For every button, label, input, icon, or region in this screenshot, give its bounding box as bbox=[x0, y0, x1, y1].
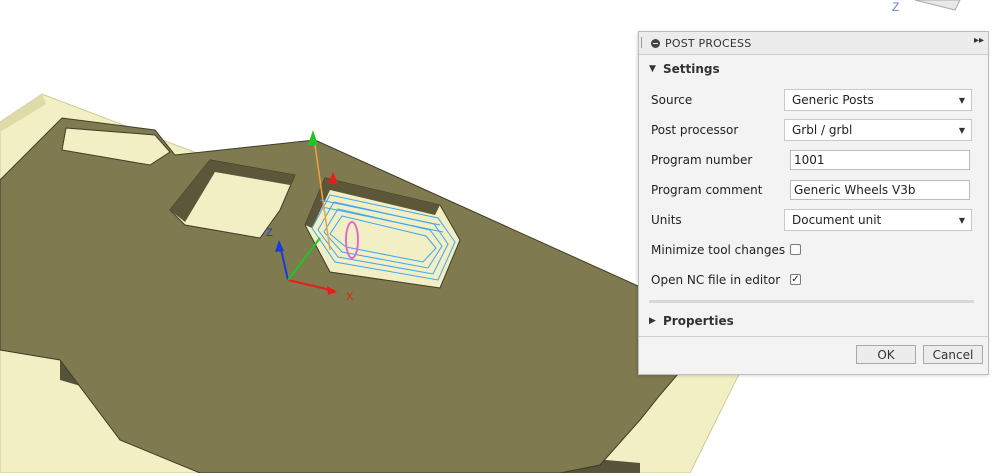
triangle-down-icon: ▼ bbox=[649, 64, 656, 74]
post-processor-label: Post processor bbox=[651, 123, 739, 137]
minimize-tool-changes-checkbox[interactable] bbox=[790, 244, 801, 255]
open-nc-file-row: Open NC file in editor ✓ bbox=[651, 268, 981, 292]
program-comment-row: Program comment Generic Wheels V3b bbox=[651, 178, 981, 202]
drag-grip-icon[interactable] bbox=[641, 37, 644, 48]
post-processor-value: Grbl / grbl bbox=[792, 123, 853, 137]
footer-divider bbox=[639, 336, 988, 337]
properties-section-header[interactable]: ▶ Properties bbox=[639, 308, 734, 334]
z-axis-label: Z bbox=[266, 227, 273, 239]
properties-label: Properties bbox=[663, 314, 734, 328]
x-axis-label: X bbox=[346, 291, 354, 303]
units-select[interactable]: Document unit ▼ bbox=[784, 209, 972, 231]
program-number-input[interactable]: 1001 bbox=[790, 150, 970, 170]
post-processor-select[interactable]: Grbl / grbl ▼ bbox=[784, 119, 972, 141]
post-process-dialog: POST PROCESS ▸▸ ▼ Settings Source Generi… bbox=[638, 31, 989, 375]
section-divider bbox=[649, 300, 974, 303]
program-comment-input[interactable]: Generic Wheels V3b bbox=[790, 180, 970, 200]
y-axis-arrowhead bbox=[308, 130, 318, 145]
source-label: Source bbox=[651, 93, 693, 107]
viewcube-z-label: Z bbox=[892, 0, 899, 14]
source-select[interactable]: Generic Posts ▼ bbox=[784, 89, 972, 111]
units-value: Document unit bbox=[792, 213, 882, 227]
collapse-dialog-icon[interactable] bbox=[651, 38, 660, 48]
minimize-tool-changes-row: Minimize tool changes bbox=[651, 238, 981, 262]
expand-arrows-icon[interactable]: ▸▸ bbox=[974, 35, 984, 46]
cancel-button[interactable]: Cancel bbox=[923, 345, 983, 364]
checkmark-icon: ✓ bbox=[791, 274, 800, 285]
units-label: Units bbox=[651, 213, 682, 227]
ok-button[interactable]: OK bbox=[856, 345, 916, 364]
minimize-tool-changes-label: Minimize tool changes bbox=[651, 243, 786, 257]
units-row: Units Document unit ▼ bbox=[651, 208, 981, 232]
caret-down-icon: ▼ bbox=[958, 216, 965, 225]
source-value: Generic Posts bbox=[792, 93, 874, 107]
open-nc-file-checkbox[interactable]: ✓ bbox=[790, 274, 801, 285]
viewcube[interactable]: Z bbox=[892, 0, 961, 14]
source-row: Source Generic Posts ▼ bbox=[651, 88, 981, 112]
open-nc-file-label: Open NC file in editor bbox=[651, 273, 781, 287]
settings-section-header[interactable]: ▼ Settings bbox=[639, 56, 988, 82]
settings-label: Settings bbox=[663, 62, 720, 76]
caret-down-icon: ▼ bbox=[958, 96, 965, 105]
dialog-header[interactable]: POST PROCESS ▸▸ bbox=[639, 32, 988, 55]
post-processor-row: Post processor Grbl / grbl ▼ bbox=[651, 118, 981, 142]
dialog-title: POST PROCESS bbox=[665, 36, 752, 50]
program-number-row: Program number 1001 bbox=[651, 148, 981, 172]
caret-down-icon: ▼ bbox=[958, 126, 965, 135]
program-number-label: Program number bbox=[651, 153, 753, 167]
program-comment-label: Program comment bbox=[651, 183, 763, 197]
triangle-right-icon: ▶ bbox=[649, 316, 656, 326]
